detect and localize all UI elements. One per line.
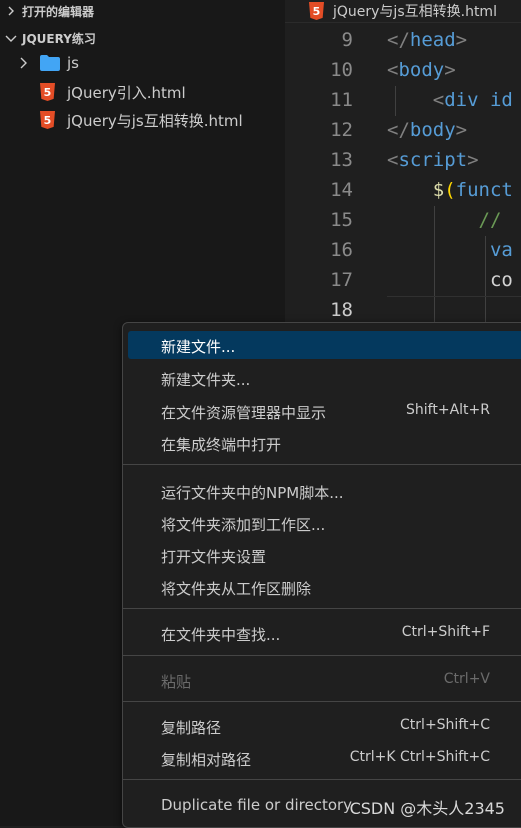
editor-tab-label: jQuery与js互相转换.html xyxy=(333,4,497,20)
line-content: <script> xyxy=(387,149,479,171)
code-line: 12 </body> xyxy=(285,116,521,146)
line-number: 12 xyxy=(330,119,353,141)
menu-separator xyxy=(123,464,521,465)
menu-item-new-file[interactable]: 新建文件... xyxy=(128,331,521,359)
line-content: va xyxy=(489,239,513,261)
menu-separator xyxy=(123,779,521,780)
menu-separator xyxy=(123,655,521,656)
line-number: 18 xyxy=(330,299,353,321)
line-content: <body> xyxy=(387,59,456,81)
code-line: 15 // xyxy=(285,206,521,236)
html5-icon: 5 xyxy=(40,83,55,101)
line-content: </head> xyxy=(387,29,468,51)
line-number: 17 xyxy=(330,269,353,291)
code-line: 13 <script> xyxy=(285,146,521,176)
chevron-right-icon xyxy=(18,56,28,74)
menu-item-find-in-folder[interactable]: 在文件夹中查找... Ctrl+Shift+F xyxy=(128,619,521,647)
code-line: 11 <div id xyxy=(285,86,521,116)
line-content: </body> xyxy=(387,119,468,141)
code-line: 9 </head> xyxy=(285,26,521,56)
line-content: // xyxy=(478,209,502,231)
menu-item-remove-folder-from-workspace[interactable]: 将文件夹从工作区删除 xyxy=(128,573,521,601)
tree-folder-js[interactable]: js xyxy=(0,50,285,78)
code-line: 16 va xyxy=(285,236,521,266)
line-content: $(funct xyxy=(432,179,513,201)
menu-separator xyxy=(123,608,521,609)
menu-item-folder-settings[interactable]: 打开文件夹设置 xyxy=(128,541,521,569)
code-line: 10 <body> xyxy=(285,56,521,86)
tree-item-label: jQuery与js互相转换.html xyxy=(67,112,243,130)
menu-item-add-folder-to-workspace[interactable]: 将文件夹添加到工作区... xyxy=(128,509,521,537)
menu-item-copy-relative-path[interactable]: 复制相对路径 Ctrl+K Ctrl+Shift+C xyxy=(128,744,521,772)
line-number: 10 xyxy=(330,59,353,81)
folder-icon xyxy=(40,55,60,71)
tree-file-jquery-convert[interactable]: 5 jQuery与js互相转换.html xyxy=(0,106,285,134)
workspace-header[interactable]: JQUERY练习 xyxy=(0,27,285,49)
watermark: CSDN @木头人2345 xyxy=(349,799,505,818)
menu-item-paste: 粘贴 Ctrl+V xyxy=(161,671,490,691)
menu-item-run-npm-script[interactable]: 运行文件夹中的NPM脚本... xyxy=(128,477,521,505)
line-number: 14 xyxy=(330,179,353,201)
tree-item-label: jQuery引入.html xyxy=(67,84,186,102)
context-menu: 新建文件... 新建文件夹... 在文件资源管理器中显示 Shift+Alt+R… xyxy=(122,322,521,828)
tree-item-label: js xyxy=(67,54,79,72)
menu-item-open-in-terminal[interactable]: 在集成终端中打开 xyxy=(128,429,521,457)
code-line: 17 co xyxy=(285,266,521,296)
line-number: 16 xyxy=(330,239,353,261)
line-number: 13 xyxy=(330,149,353,171)
line-content: <div id xyxy=(432,89,513,111)
line-content: co xyxy=(489,269,513,291)
workspace-title: JQUERY练习 xyxy=(22,31,96,46)
chevron-right-icon xyxy=(0,6,22,16)
tree-file-jquery-intro[interactable]: 5 jQuery引入.html xyxy=(0,78,285,106)
menu-item-reveal-in-explorer[interactable]: 在文件资源管理器中显示 Shift+Alt+R xyxy=(128,397,521,425)
open-editors-header[interactable]: 打开的编辑器 xyxy=(0,0,285,22)
open-editors-title: 打开的编辑器 xyxy=(22,4,95,19)
menu-item-copy-path[interactable]: 复制路径 Ctrl+Shift+C xyxy=(128,712,521,740)
menu-item-new-folder[interactable]: 新建文件夹... xyxy=(128,364,521,392)
html5-icon: 5 xyxy=(309,2,324,20)
code-line: 14 $(funct xyxy=(285,176,521,206)
line-number: 11 xyxy=(330,89,353,111)
menu-separator xyxy=(123,701,521,702)
line-number: 9 xyxy=(341,29,353,51)
line-number: 15 xyxy=(330,209,353,231)
html5-icon: 5 xyxy=(40,111,55,129)
editor-tab[interactable]: 5 jQuery与js互相转换.html xyxy=(285,0,521,23)
chevron-down-icon xyxy=(0,33,22,43)
